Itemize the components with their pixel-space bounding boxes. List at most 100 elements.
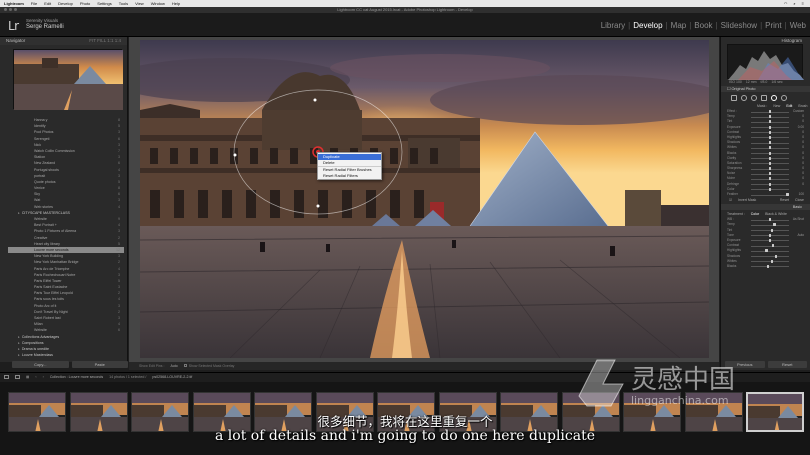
slider-track[interactable] (751, 224, 789, 226)
module-slideshow[interactable]: Slideshow (721, 21, 757, 30)
slider-knob[interactable] (773, 223, 776, 227)
slider-knob[interactable] (768, 167, 772, 171)
treatment-color-button[interactable]: Color (751, 212, 759, 216)
slider-knob[interactable] (768, 151, 772, 155)
mask-new-button[interactable]: New (773, 104, 780, 108)
slider-knob[interactable] (768, 172, 772, 176)
slider-label: Contrast (727, 243, 740, 248)
slider-track[interactable] (751, 245, 789, 247)
slider-knob[interactable] (768, 146, 772, 150)
filter-close-button[interactable]: Close (795, 198, 810, 202)
forward-arrow-icon[interactable]: › (43, 375, 44, 379)
module-map[interactable]: Map (671, 21, 687, 30)
navigator-zoom-options[interactable]: FIT FILL 1:1 1:4 (89, 37, 127, 45)
disclosure-triangle-icon[interactable]: ▸ (18, 352, 20, 358)
slider-knob[interactable] (768, 125, 772, 129)
module-print[interactable]: Print (765, 21, 781, 30)
filmstrip-source[interactable]: Collection : Louvre more seconds (50, 375, 103, 379)
slider-knob[interactable] (768, 187, 772, 191)
menu-edit[interactable]: Edit (44, 1, 51, 6)
wifi-icon[interactable]: ◠ (784, 1, 788, 6)
menu-item-reset-brushes[interactable]: Reset Radial Filter Brushes (318, 167, 381, 173)
slider-track[interactable] (751, 256, 789, 257)
slider-knob[interactable] (768, 177, 772, 181)
menu-settings[interactable]: Settings (97, 1, 111, 6)
paste-settings-button[interactable]: Paste (71, 361, 128, 368)
checkbox-icon[interactable] (183, 364, 187, 367)
copy-settings-button[interactable]: Copy... (12, 361, 69, 368)
histogram[interactable] (727, 44, 804, 80)
invert-mask-checkbox[interactable]: ☑ (729, 198, 732, 202)
search-icon[interactable]: ⌕ (793, 1, 795, 6)
module-library[interactable]: Library (601, 21, 625, 30)
second-window-icon[interactable] (15, 375, 20, 379)
main-window-icon[interactable] (4, 375, 9, 379)
slider-knob[interactable] (768, 156, 772, 160)
window-controls[interactable] (4, 8, 17, 11)
reset-button[interactable]: Reset (767, 361, 807, 368)
adjustment-brush-tool-icon[interactable] (781, 95, 787, 101)
slider-knob[interactable] (786, 193, 789, 196)
disclosure-triangle-icon[interactable]: ▸ (18, 210, 20, 216)
slider-knob[interactable] (768, 110, 772, 113)
grid-icon[interactable]: ▦ (26, 375, 29, 379)
mask-brush-button[interactable]: Brush (798, 104, 807, 108)
treatment-bw-button[interactable]: Black & White (765, 212, 787, 216)
image-canvas[interactable] (129, 37, 719, 362)
slider-knob[interactable] (768, 120, 772, 124)
radial-filter-tool-icon[interactable] (771, 95, 777, 101)
slider-knob[interactable] (774, 254, 778, 258)
menu-help[interactable]: Help (172, 1, 180, 6)
spot-removal-tool-icon[interactable] (741, 95, 747, 101)
back-arrow-icon[interactable]: ‹ (35, 375, 36, 379)
slider-knob[interactable] (768, 161, 772, 165)
slider-knob[interactable] (768, 182, 772, 186)
basic-panel-header[interactable]: Basic (721, 204, 810, 211)
slider-knob[interactable] (771, 244, 775, 248)
louvre-photo[interactable] (140, 40, 709, 358)
filter-reset-button[interactable]: Reset (780, 198, 789, 202)
show-edit-pins-select[interactable]: Auto (170, 364, 177, 368)
module-web[interactable]: Web (790, 21, 806, 30)
crop-tool-icon[interactable] (731, 95, 737, 101)
mask-edit-button[interactable]: Edit (786, 104, 792, 108)
navigator-preview[interactable] (13, 49, 123, 110)
zoom-window-icon[interactable] (14, 8, 17, 11)
slider-track[interactable] (751, 266, 789, 267)
slider-knob[interactable] (768, 233, 772, 237)
menu-item-delete[interactable]: Delete (318, 160, 381, 166)
red-eye-tool-icon[interactable] (751, 95, 757, 101)
slider-knob[interactable] (770, 259, 774, 263)
menu-photo[interactable]: Photo (80, 1, 90, 6)
histogram-header[interactable]: Histogram (721, 37, 810, 44)
minimize-window-icon[interactable] (9, 8, 12, 11)
menu-list-icon[interactable]: ≡ (802, 1, 804, 6)
slider-track[interactable] (751, 194, 789, 196)
slider-knob[interactable] (768, 115, 772, 119)
menu-app[interactable]: Lightroom (4, 1, 24, 6)
menu-view[interactable]: View (135, 1, 144, 6)
slider-knob[interactable] (768, 238, 772, 242)
menu-develop[interactable]: Develop (58, 1, 73, 6)
slider-knob[interactable] (766, 264, 770, 268)
slider-knob[interactable] (768, 130, 772, 134)
slider-knob[interactable] (768, 141, 772, 145)
slider-knob[interactable] (765, 249, 768, 253)
slider-value[interactable]: 100 (799, 192, 804, 197)
menu-file[interactable]: File (31, 1, 37, 6)
close-window-icon[interactable] (4, 8, 7, 11)
collection-set[interactable]: ▸ Louvre Masterclass (8, 352, 124, 358)
original-photo-bar[interactable]: ☐ Original Photo (721, 86, 810, 92)
menu-tools[interactable]: Tools (119, 1, 128, 6)
slider-track[interactable] (751, 250, 789, 252)
module-develop[interactable]: Develop (633, 21, 662, 30)
menu-item-reset-filters[interactable]: Reset Radial Filters (318, 173, 381, 179)
graduated-filter-tool-icon[interactable] (761, 95, 767, 101)
slider-knob[interactable] (768, 218, 772, 222)
menu-window[interactable]: Window (151, 1, 165, 6)
navigator-header[interactable]: Navigator FIT FILL 1:1 1:4 (0, 37, 127, 45)
slider-knob[interactable] (768, 135, 772, 139)
slider-knob[interactable] (770, 228, 774, 232)
show-overlay-toggle[interactable]: Show Selected Mask Overlay (183, 364, 234, 368)
module-book[interactable]: Book (694, 21, 712, 30)
